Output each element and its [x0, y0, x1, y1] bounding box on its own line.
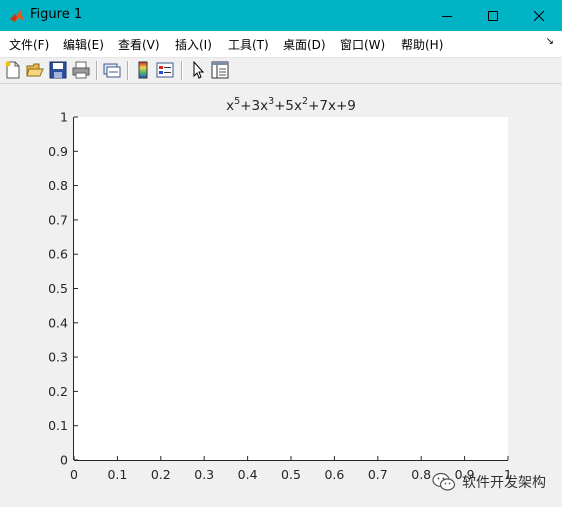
minimize-icon — [442, 15, 452, 17]
y-tick-label: 0.6 — [48, 247, 68, 262]
menu-edit[interactable]: 编辑(E) — [63, 36, 104, 53]
title-text-part: x — [226, 98, 234, 114]
x-tick-label: 0.8 — [411, 467, 431, 482]
y-tick-label: 0.7 — [48, 212, 68, 227]
y-tick-label: 0.4 — [48, 315, 68, 330]
y-tick-label: 0.8 — [48, 178, 68, 193]
x-tick-label: 0.2 — [151, 467, 171, 482]
save-icon[interactable] — [49, 61, 67, 79]
menu-bar: 文件(F) 编辑(E) 查看(V) 插入(I) 工具(T) 桌面(D) 窗口(W… — [0, 31, 562, 58]
x-tick-label: 0.3 — [194, 467, 214, 482]
legend-icon[interactable] — [156, 61, 174, 79]
watermark: 软件开发架构 — [432, 471, 546, 493]
title-text-part: +5x — [274, 98, 302, 114]
x-tick-label: 0.6 — [324, 467, 344, 482]
x-tick-label: 0.5 — [281, 467, 301, 482]
new-figure-icon[interactable] — [4, 61, 22, 79]
matlab-logo-icon — [10, 9, 24, 22]
watermark-text: 软件开发架构 — [462, 475, 546, 491]
y-tick-label: 0.9 — [48, 144, 68, 159]
print-icon[interactable] — [72, 61, 90, 79]
y-tick-label: 0.3 — [48, 350, 68, 365]
chart-title: x5+3x3+5x2+7x+9 — [226, 96, 356, 114]
y-tick-label: 0.1 — [48, 418, 68, 433]
link-plot-icon[interactable] — [103, 61, 121, 79]
menu-view[interactable]: 查看(V) — [118, 36, 160, 53]
toolbar-separator — [96, 61, 98, 80]
title-bar[interactable]: Figure 1 — [0, 0, 562, 31]
menu-overflow-arrow-icon[interactable]: ↘ — [546, 36, 554, 47]
toolbar — [0, 58, 562, 84]
y-tick-label: 0 — [60, 453, 68, 468]
close-icon — [534, 10, 544, 21]
window-title: Figure 1 — [30, 7, 83, 22]
y-tick-label: 1 — [60, 110, 68, 125]
pointer-icon[interactable] — [189, 61, 207, 79]
axes-background[interactable] — [74, 117, 508, 460]
toolbar-separator — [127, 61, 129, 80]
menu-window[interactable]: 窗口(W) — [340, 36, 385, 53]
x-tick-label: 0.1 — [107, 467, 127, 482]
minimize-button[interactable] — [424, 0, 470, 31]
maximize-icon — [488, 10, 498, 21]
colorbar-icon[interactable] — [134, 61, 152, 79]
wechat-logo-icon — [432, 472, 456, 491]
x-tick-label: 0 — [70, 467, 78, 482]
maximize-button[interactable] — [470, 0, 516, 31]
title-text-part: +7x+9 — [308, 98, 356, 114]
menu-tools[interactable]: 工具(T) — [228, 36, 269, 53]
menu-insert[interactable]: 插入(I) — [175, 36, 212, 53]
y-tick-label: 0.2 — [48, 384, 68, 399]
toolbar-separator — [181, 61, 183, 80]
menu-file[interactable]: 文件(F) — [9, 36, 49, 53]
plot-svg: x5+3x3+5x2+7x+9 0 0.1 0.2 0.3 0.4 0.5 0.6 0.7 0.… — [48, 96, 512, 482]
property-editor-icon[interactable] — [211, 61, 229, 79]
open-file-icon[interactable] — [26, 61, 44, 79]
close-button[interactable] — [516, 0, 562, 31]
x-tick-label: 0.7 — [368, 467, 388, 482]
y-tick-label: 0.5 — [48, 281, 68, 296]
menu-help[interactable]: 帮助(H) — [401, 36, 443, 53]
menu-desktop[interactable]: 桌面(D) — [283, 36, 326, 53]
figure-canvas[interactable]: x5+3x3+5x2+7x+9 0 0.1 0.2 0.3 0.4 0.5 0.6 0.7 0.… — [0, 84, 562, 507]
title-text-part: +3x — [240, 98, 268, 114]
x-tick-label: 0.4 — [238, 467, 258, 482]
